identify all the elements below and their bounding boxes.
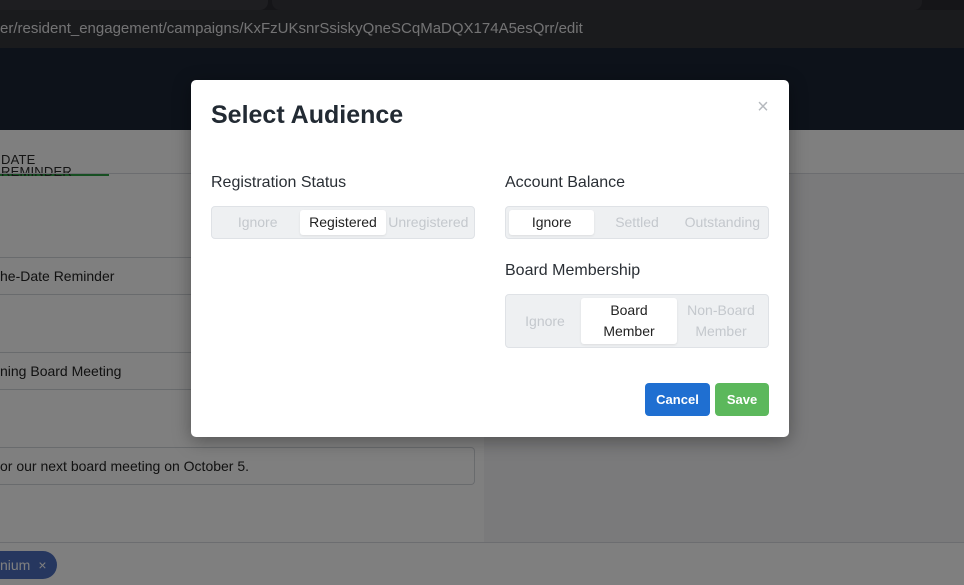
registration-status-toggle: Ignore Registered Unregistered — [211, 206, 475, 239]
close-icon[interactable]: × — [753, 96, 773, 118]
registration-option-ignore[interactable]: Ignore — [215, 210, 300, 235]
board-membership-toggle: Ignore Board Member Non-Board Member — [505, 294, 769, 348]
balance-option-ignore[interactable]: Ignore — [509, 210, 595, 235]
board-option-non-board-member[interactable]: Non-Board Member — [677, 298, 765, 344]
save-button[interactable]: Save — [715, 383, 769, 416]
account-balance-toggle: Ignore Settled Outstanding — [505, 206, 769, 239]
balance-option-settled[interactable]: Settled — [594, 210, 679, 235]
cancel-button[interactable]: Cancel — [645, 383, 710, 416]
registration-option-unregistered[interactable]: Unregistered — [386, 210, 471, 235]
board-option-board-member[interactable]: Board Member — [581, 298, 677, 344]
registration-status-label: Registration Status — [211, 174, 347, 191]
modal-title: Select Audience — [211, 101, 404, 129]
account-balance-label: Account Balance — [505, 174, 626, 191]
registration-option-registered[interactable]: Registered — [300, 210, 386, 235]
board-membership-label: Board Membership — [505, 262, 641, 279]
balance-option-outstanding[interactable]: Outstanding — [680, 210, 765, 235]
board-option-ignore[interactable]: Ignore — [509, 298, 581, 344]
select-audience-modal: Select Audience × Registration Status Ig… — [191, 80, 789, 437]
